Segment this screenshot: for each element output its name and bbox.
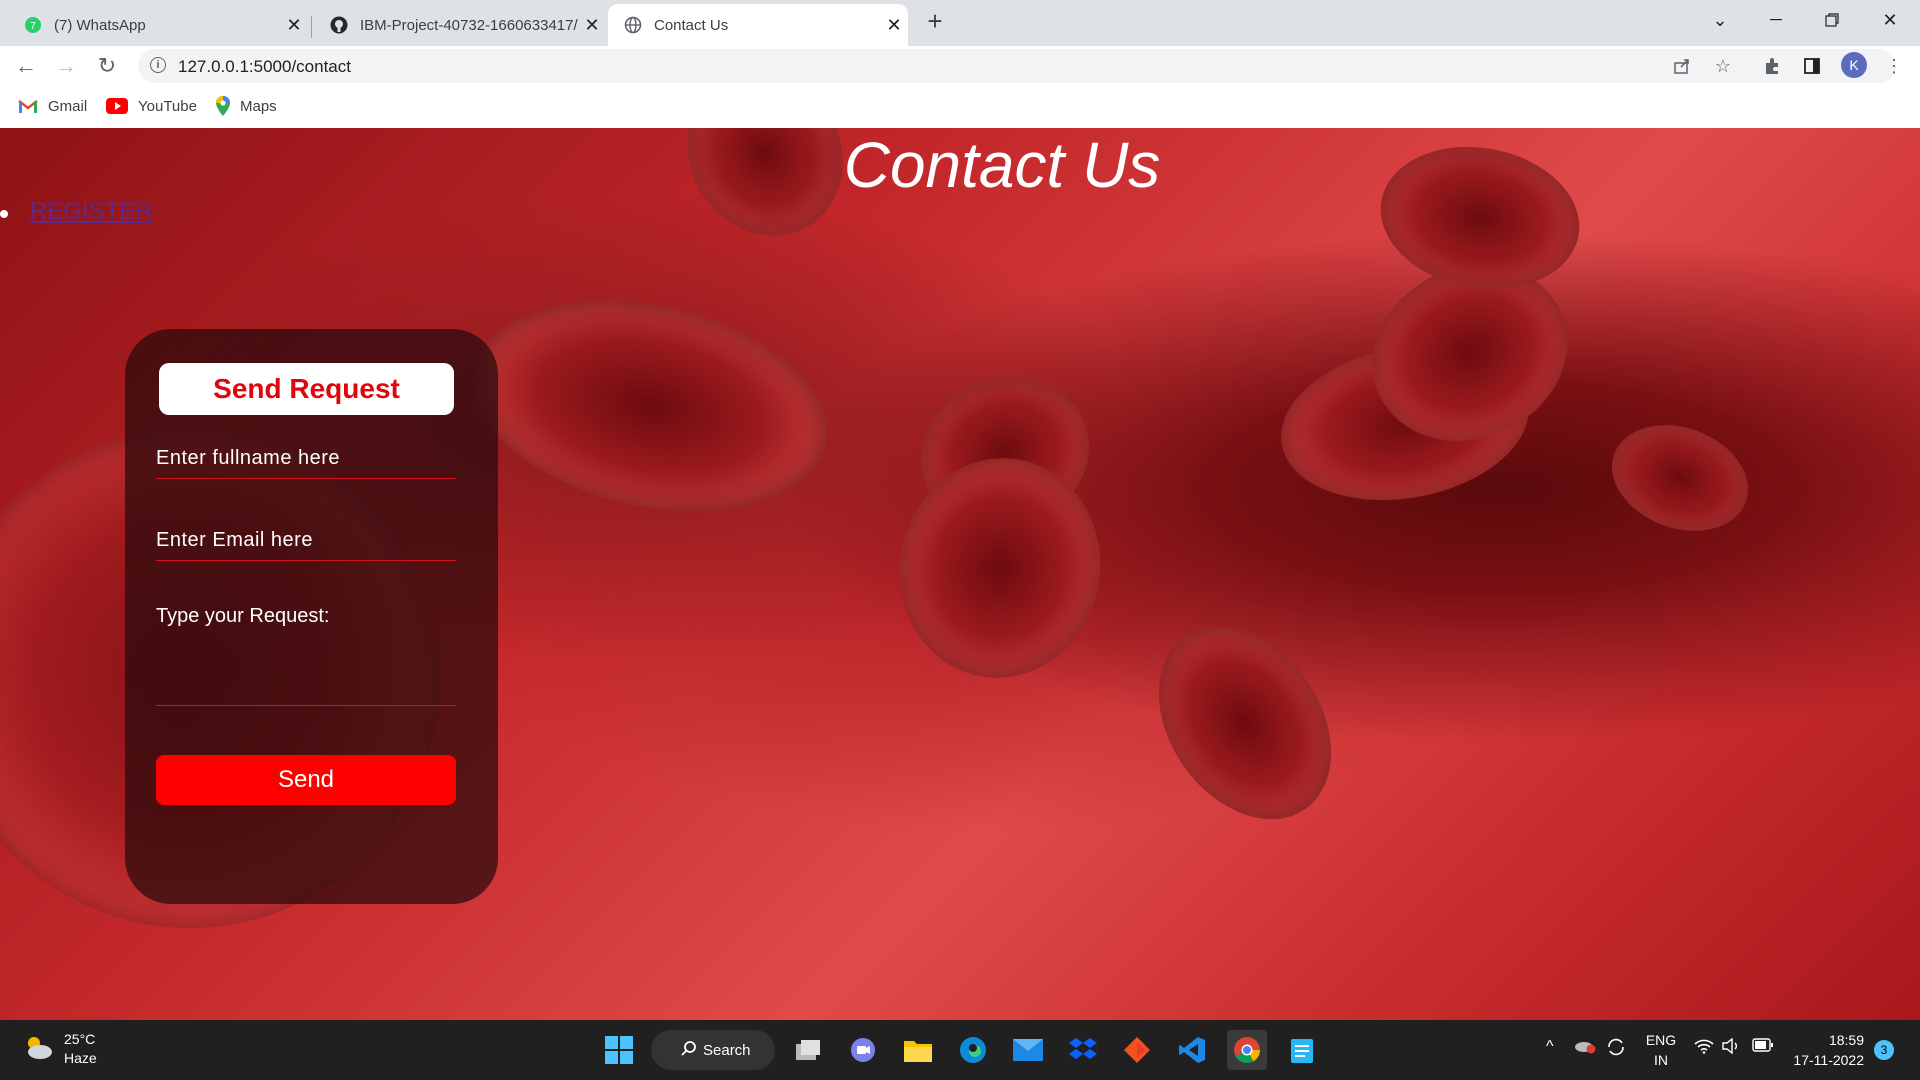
send-button[interactable]: Send	[156, 755, 456, 805]
svg-text:7: 7	[30, 21, 36, 32]
git-app-icon[interactable]	[1117, 1030, 1157, 1070]
email-field[interactable]: Enter Email here	[156, 517, 456, 561]
browser-chrome: 7 (7) WhatsApp ✕ IBM-Project-40732-16606…	[0, 0, 1920, 128]
request-textarea[interactable]	[156, 637, 456, 706]
system-clock[interactable]: 18:59 17-11-2022	[1792, 1030, 1864, 1070]
side-panel-icon[interactable]	[1796, 50, 1828, 82]
tab-title: Contact Us	[654, 16, 729, 34]
register-link[interactable]: REGISTER	[30, 198, 153, 226]
profile-avatar[interactable]: K	[1841, 52, 1867, 78]
tab-title: (7) WhatsApp	[54, 16, 146, 34]
tab-strip: 7 (7) WhatsApp ✕ IBM-Project-40732-16606…	[0, 0, 1920, 46]
bookmark-star-icon[interactable]: ☆	[1707, 50, 1739, 82]
maps-icon	[216, 96, 230, 116]
forward-arrow-icon[interactable]: →	[50, 50, 82, 82]
address-bar[interactable]: i 127.0.0.1:5000/contact ☆	[138, 49, 1896, 83]
weather-desc: Haze	[64, 1050, 97, 1066]
url-text[interactable]: 127.0.0.1:5000/contact	[178, 57, 351, 77]
mail-icon[interactable]	[1008, 1030, 1048, 1070]
site-info-icon[interactable]: i	[150, 57, 166, 73]
bookmark-maps[interactable]: Maps	[216, 94, 277, 118]
vscode-icon[interactable]	[1172, 1030, 1212, 1070]
teams-chat-icon[interactable]	[843, 1030, 883, 1070]
tab-search-icon[interactable]: ⌄	[1692, 0, 1748, 40]
blood-cell-image	[882, 442, 1118, 694]
edge-browser-icon[interactable]	[953, 1030, 993, 1070]
bookmarks-bar: Gmail YouTube Maps	[0, 88, 1920, 124]
close-tab-icon[interactable]: ✕	[880, 15, 908, 36]
blood-cell-image	[1597, 407, 1763, 549]
list-bullet	[0, 210, 8, 218]
globe-icon	[624, 16, 642, 34]
browser-toolbar: ← → ↻ i 127.0.0.1:5000/contact ☆ K ⋮	[0, 46, 1920, 86]
language-indicator[interactable]: ENG IN	[1643, 1030, 1679, 1070]
reload-icon[interactable]: ↻	[91, 50, 123, 82]
close-window-icon[interactable]: ✕	[1862, 0, 1918, 40]
gmail-icon	[18, 98, 38, 114]
bookmark-label: YouTube	[138, 97, 197, 115]
minimize-icon[interactable]	[1748, 0, 1804, 40]
bookmark-gmail[interactable]: Gmail	[18, 94, 87, 118]
taskbar: 25°C Haze Search ^ ENG IN 18:59 17-11-20…	[0, 1020, 1920, 1080]
extensions-icon[interactable]	[1756, 50, 1788, 82]
battery-icon[interactable]	[1752, 1038, 1774, 1057]
blood-cell-image	[1123, 593, 1367, 853]
close-tab-icon[interactable]: ✕	[280, 15, 308, 36]
tab-whatsapp[interactable]: 7 (7) WhatsApp ✕	[8, 4, 308, 46]
lang-code: ENG	[1645, 1032, 1677, 1048]
show-hidden-icons-chevron[interactable]: ^	[1546, 1038, 1554, 1056]
bookmark-label: Gmail	[48, 97, 88, 115]
request-label: Type your Request:	[156, 605, 330, 627]
sync-icon[interactable]	[1606, 1038, 1626, 1061]
email-placeholder: Enter Email here	[156, 529, 313, 551]
clock-time: 18:59	[1828, 1032, 1864, 1048]
start-windows-icon[interactable]	[599, 1030, 639, 1070]
back-arrow-icon[interactable]: ←	[10, 50, 42, 82]
search-label: Search	[703, 1041, 751, 1059]
weather-widget[interactable]: 25°C Haze	[22, 1030, 97, 1068]
bookmark-label: Maps	[240, 97, 277, 115]
clock-date: 17-11-2022	[1793, 1052, 1864, 1068]
tab-github[interactable]: IBM-Project-40732-1660633417/ ✕	[314, 4, 606, 46]
github-icon	[330, 16, 348, 34]
page-title: Contact Us	[843, 129, 1161, 201]
share-icon[interactable]	[1666, 50, 1698, 82]
file-explorer-icon[interactable]	[898, 1030, 938, 1070]
search-icon	[681, 1040, 697, 1060]
region-code: IN	[1654, 1052, 1668, 1068]
task-view-icon[interactable]	[788, 1030, 828, 1070]
volume-icon[interactable]	[1722, 1037, 1742, 1059]
bookmark-youtube[interactable]: YouTube	[106, 94, 197, 118]
fullname-field[interactable]: Enter fullname here	[156, 435, 456, 479]
restore-icon[interactable]	[1804, 0, 1860, 40]
tab-title: IBM-Project-40732-1660633417/	[360, 16, 578, 34]
blood-cell-image	[453, 270, 847, 542]
weather-cloud-icon	[22, 1034, 54, 1065]
wifi-icon[interactable]	[1694, 1038, 1714, 1059]
youtube-icon	[106, 98, 128, 114]
tab-contact-us[interactable]: Contact Us ✕	[608, 4, 908, 46]
form-heading: Send Request	[159, 363, 454, 415]
whatsapp-icon: 7	[24, 16, 42, 34]
new-tab-button[interactable]: +	[920, 6, 950, 36]
page-viewport: Contact Us REGISTER Send Request Enter f…	[0, 128, 1920, 1020]
onedrive-error-icon[interactable]	[1574, 1038, 1596, 1059]
taskbar-search[interactable]: Search	[651, 1030, 775, 1070]
tab-separator	[311, 16, 312, 38]
menu-kebab-icon[interactable]: ⋮	[1878, 50, 1910, 82]
dropbox-icon[interactable]	[1063, 1030, 1103, 1070]
notepad-icon[interactable]	[1282, 1030, 1322, 1070]
chrome-browser-icon[interactable]	[1227, 1030, 1267, 1070]
fullname-placeholder: Enter fullname here	[156, 447, 341, 469]
close-tab-icon[interactable]: ✕	[578, 15, 606, 36]
notification-badge[interactable]: 3	[1874, 1040, 1894, 1060]
weather-temp: 25°C	[64, 1031, 96, 1047]
contact-form-panel: Send Request Enter fullname here Enter E…	[125, 329, 498, 904]
